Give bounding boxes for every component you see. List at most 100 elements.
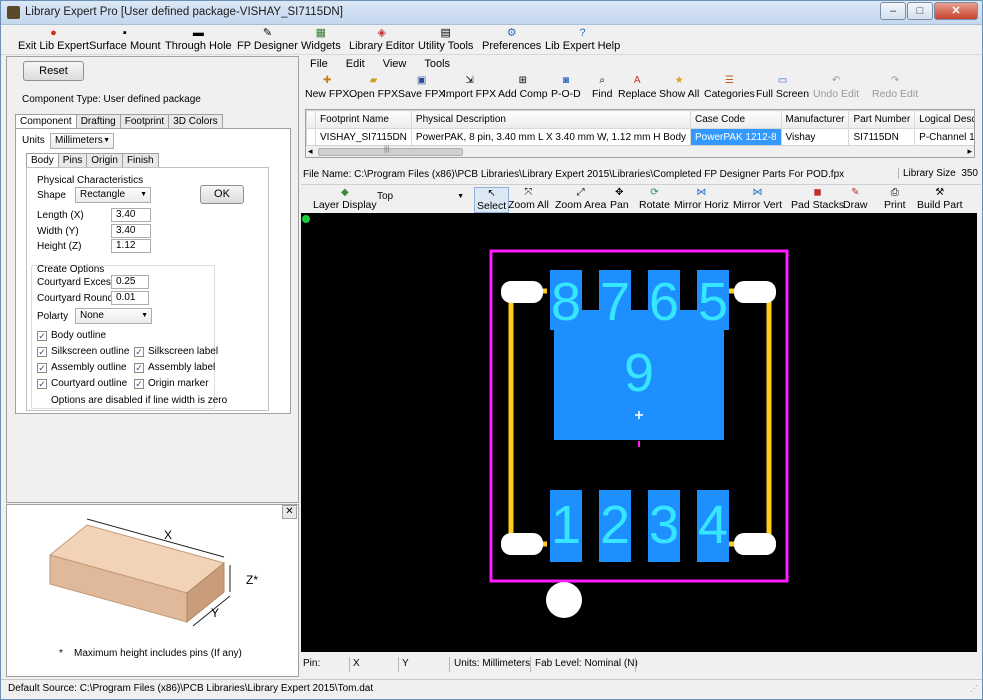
through-hole-button[interactable]: ▬ Through Hole xyxy=(165,27,232,52)
save-fpx-button[interactable]: ▣ Save FPX xyxy=(398,75,445,100)
check-icon: ✓ xyxy=(37,378,47,389)
menu-edit[interactable]: Edit xyxy=(337,56,374,73)
add-comp-button[interactable]: ⊞ Add Comp xyxy=(498,75,548,100)
tab-origin[interactable]: Origin xyxy=(86,153,123,167)
column-header[interactable]: Logical Description xyxy=(914,110,974,129)
table-row[interactable]: VISHAY_SI7115DN PowerPAK, 8 pin, 3.40 mm… xyxy=(306,128,974,147)
silkscreen-label-checkbox[interactable]: ✓ Silkscreen label xyxy=(134,346,218,357)
print-button[interactable]: ⎙ Print xyxy=(884,187,906,211)
assembly-label-checkbox[interactable]: ✓ Assembly label xyxy=(134,362,215,373)
layer-display-icon: ◆ xyxy=(340,187,349,198)
resize-grip-icon[interactable]: ⋰ xyxy=(970,684,978,693)
full-screen-button[interactable]: ▭ Full Screen xyxy=(756,75,809,100)
menu-file[interactable]: File xyxy=(301,56,337,73)
pad-label: 4 xyxy=(698,495,728,555)
mirror-vert-button[interactable]: ⋈ Mirror Vert xyxy=(733,187,782,211)
surface-mount-button[interactable]: ▪ Surface Mount xyxy=(89,27,161,52)
check-icon: ✓ xyxy=(37,362,47,373)
replace-button[interactable]: A Replace xyxy=(618,75,657,100)
polarity-select[interactable]: None ▼ xyxy=(75,308,152,324)
table-cell-selected[interactable]: PowerPAK 1212-8 xyxy=(690,128,782,147)
horizontal-scrollbar[interactable]: ◂ ||| ▸ xyxy=(306,145,974,157)
table-cell[interactable]: SI7115DN xyxy=(848,128,916,147)
column-header[interactable]: Manufacturer xyxy=(780,110,850,129)
zoom-area-button[interactable]: ⤢ Zoom Area xyxy=(555,187,606,211)
height-field[interactable]: 1.12 xyxy=(111,239,151,253)
component-type-label: Component Type: User defined package xyxy=(22,94,201,105)
layer-select[interactable]: Top ▼ xyxy=(373,190,467,206)
footprint-canvas[interactable]: 8 7 6 5 9 1 2 3 4 xyxy=(301,213,977,652)
scroll-left-icon[interactable]: ◂ xyxy=(308,146,313,157)
table-cell[interactable]: PowerPAK, 8 pin, 3.40 mm L X 3.40 mm W, … xyxy=(410,128,692,147)
courtyard-round-field[interactable]: 0.01 xyxy=(111,291,149,305)
widgets-button[interactable]: ▦ Widgets xyxy=(301,27,341,52)
build-part-button[interactable]: ⚒ Build Part xyxy=(917,187,963,211)
silkscreen-outline-checkbox[interactable]: ✓ Silkscreen outline xyxy=(37,346,129,357)
open-fpx-button[interactable]: ▰ Open FPX xyxy=(349,75,398,100)
assembly-outline-checkbox[interactable]: ✓ Assembly outline xyxy=(37,362,127,373)
tab-pins[interactable]: Pins xyxy=(57,153,88,167)
courtyard-excess-label: Courtyard Excess xyxy=(37,277,116,288)
ok-button[interactable]: OK xyxy=(200,185,244,204)
layer-display-button[interactable]: ◆ Layer Display xyxy=(313,187,377,211)
menu-tools[interactable]: Tools xyxy=(415,56,459,73)
fp-designer-button[interactable]: ✎ FP Designer xyxy=(237,27,298,52)
tab-component[interactable]: Component xyxy=(15,114,77,129)
origin-marker-checkbox[interactable]: ✓ Origin marker xyxy=(134,378,209,389)
body-outline-checkbox[interactable]: ✓ Body outline xyxy=(37,330,106,341)
show-all-button[interactable]: ★ Show All xyxy=(659,75,699,100)
maximize-button[interactable]: □ xyxy=(907,2,933,20)
package-body-diagram: X Z* Y * Maximum height includes pins (I… xyxy=(48,518,258,659)
new-fpx-button[interactable]: ✚ New FPX xyxy=(305,75,349,100)
rotate-button[interactable]: ⟳ Rotate xyxy=(639,187,670,211)
column-header[interactable]: Part Number xyxy=(848,110,916,129)
courtyard-excess-field[interactable]: 0.25 xyxy=(111,275,149,289)
courtyard-outline-checkbox[interactable]: ✓ Courtyard outline xyxy=(37,378,127,389)
reset-button[interactable]: Reset xyxy=(23,61,84,81)
find-button[interactable]: ⌕ Find xyxy=(592,75,612,100)
lib-expert-help-button[interactable]: ? Lib Expert Help xyxy=(545,27,620,52)
tab-body[interactable]: Body xyxy=(26,153,59,168)
tab-3d-colors[interactable]: 3D Colors xyxy=(168,114,223,128)
pod-button[interactable]: ◙ P-O-D xyxy=(551,75,581,100)
length-field[interactable]: 3.40 xyxy=(111,208,151,222)
library-editor-button[interactable]: ◈ Library Editor xyxy=(349,27,414,52)
mirror-vert-icon: ⋈ xyxy=(752,187,763,198)
preferences-button[interactable]: ⚙ Preferences xyxy=(482,27,541,52)
table-cell[interactable]: Vishay xyxy=(780,128,850,147)
footprint-drawing[interactable]: 8 7 6 5 9 1 2 3 4 xyxy=(301,213,977,652)
check-icon: ✓ xyxy=(134,346,144,357)
pad-label: 2 xyxy=(600,495,630,555)
draw-button[interactable]: ✎ Draw xyxy=(843,187,868,211)
column-header[interactable]: Physical Description xyxy=(410,110,692,129)
zoom-all-button[interactable]: ⤧ Zoom All xyxy=(508,187,549,211)
units-select[interactable]: Millimeters ▼ xyxy=(50,133,114,149)
import-fpx-button[interactable]: ⇲ Import FPX xyxy=(443,75,496,100)
scrollbar-thumb[interactable]: ||| xyxy=(318,146,463,156)
select-tool-button[interactable]: ↖ Select xyxy=(474,187,510,213)
shape-select[interactable]: Rectangle ▼ xyxy=(75,187,151,203)
column-header[interactable]: Case Code xyxy=(690,110,782,129)
pin-status: Pin: xyxy=(303,658,321,669)
utility-tools-button[interactable]: ▤ Utility Tools xyxy=(418,27,473,52)
menu-view[interactable]: View xyxy=(374,56,416,73)
table-cell[interactable]: P-Channel 150 V (D-S) MOSFE xyxy=(914,128,974,147)
exit-lib-expert-button[interactable]: ● Exit Lib Expert xyxy=(18,27,89,52)
pad-label: 8 xyxy=(551,272,581,332)
scroll-right-icon[interactable]: ▸ xyxy=(967,146,972,157)
undo-edit-button[interactable]: ↶ Undo Edit xyxy=(813,75,859,100)
width-field[interactable]: 3.40 xyxy=(111,224,151,238)
tab-footprint[interactable]: Footprint xyxy=(119,114,170,128)
column-header[interactable]: Footprint Name xyxy=(315,110,412,129)
redo-edit-button[interactable]: ↷ Redo Edit xyxy=(872,75,918,100)
tab-drafting[interactable]: Drafting xyxy=(75,114,121,128)
close-icon[interactable]: ✕ xyxy=(282,505,297,519)
table-cell[interactable]: VISHAY_SI7115DN xyxy=(315,128,412,147)
pan-button[interactable]: ✥ Pan xyxy=(610,187,629,211)
pad-stacks-button[interactable]: ◼ Pad Stacks xyxy=(791,187,844,211)
tab-finish[interactable]: Finish xyxy=(121,153,159,167)
categories-button[interactable]: ☰ Categories xyxy=(704,75,755,100)
mirror-horiz-button[interactable]: ⋈ Mirror Horiz xyxy=(674,187,729,211)
minimize-button[interactable]: – xyxy=(880,2,906,20)
close-button[interactable]: ✕ xyxy=(934,2,978,20)
